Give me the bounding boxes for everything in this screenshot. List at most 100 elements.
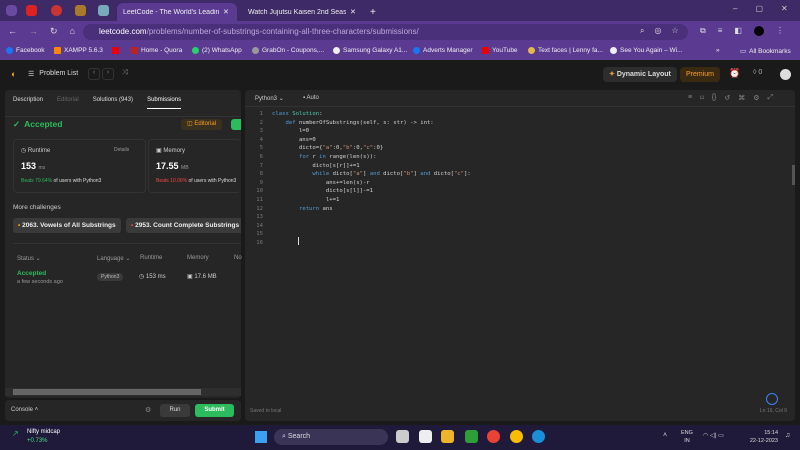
alarm-icon[interactable]: ⏰ [729, 68, 740, 79]
leetcode-logo[interactable]: ◐ [11, 69, 16, 79]
all-bookmarks[interactable]: ▭ All Bookmarks [740, 47, 791, 56]
new-tab-button[interactable]: + [364, 3, 382, 21]
bookmark[interactable]: GrabOn - Coupons,... [252, 47, 324, 54]
chrome-icon[interactable] [487, 430, 500, 443]
challenge-chip[interactable]: • 2953. Count Complete Substrings [126, 218, 241, 233]
runtime-card[interactable]: ◷ Runtime Details 153 ms Beats 79.64% of… [13, 139, 146, 193]
back-icon[interactable]: ← [8, 26, 17, 37]
forward-icon[interactable]: → [29, 26, 38, 37]
xbox-icon[interactable] [465, 430, 478, 443]
streak-counter[interactable]: ◊ 0 [753, 69, 762, 76]
shuffle-icon[interactable]: ⤨ [122, 69, 128, 77]
braces-icon[interactable]: {} [712, 94, 717, 102]
feedback-icon[interactable] [766, 393, 778, 405]
table-row[interactable]: Accepted a few seconds ago Python3 ◷ 153… [13, 266, 241, 291]
zoom-icon[interactable]: ⌕ [640, 26, 644, 36]
system-tray-icons[interactable]: ◠ ◁) ▭ [703, 432, 724, 439]
format-icon[interactable]: ≡ [688, 94, 692, 102]
url-input[interactable]: leetcode.com/problems/number-of-substrin… [83, 24, 688, 40]
bookmark[interactable]: Home - Quora [131, 47, 182, 54]
console-toggle[interactable]: Console ˄ [11, 407, 38, 413]
language-indicator[interactable]: ENG IN [681, 429, 693, 445]
widget-title[interactable]: Nifty midcap [27, 429, 60, 435]
tab-leetcode[interactable]: LeetCode - The World's Leading ✕ [117, 3, 237, 21]
pinned-tab[interactable] [51, 5, 62, 16]
eye-off-icon[interactable]: ◎ [654, 26, 661, 36]
chrome-icon[interactable] [510, 430, 523, 443]
chevron-up-icon[interactable]: ˄ [663, 432, 667, 439]
bookmark[interactable]: (2) WhatsApp [192, 47, 242, 54]
status-header[interactable]: Status ⌄ [17, 255, 41, 262]
challenge-chip[interactable]: • 2063. Vowels of All Substrings [13, 218, 121, 233]
details-link[interactable]: Details [114, 147, 129, 153]
profile-avatar[interactable] [753, 26, 764, 36]
reset-icon[interactable]: ↺ [724, 94, 730, 102]
dynamic-layout-button[interactable]: ✦ Dynamic Layout [603, 67, 677, 82]
tab-description[interactable]: Description [13, 97, 43, 109]
line-number: 5 [259, 145, 263, 152]
cursor-position: Ln 16, Col 9 [760, 408, 787, 414]
memory-beats: Beats 10.06% of users with Python3 [156, 178, 237, 184]
pinned-tab[interactable] [75, 5, 86, 16]
solution-button[interactable] [231, 119, 241, 130]
bookmark-icon[interactable]: ⌑ [700, 94, 704, 102]
bookmark[interactable]: YouTube [482, 47, 518, 54]
memory-card[interactable]: ▣ Memory 17.55 MB Beats 10.06% of users … [148, 139, 241, 193]
user-avatar[interactable] [780, 69, 791, 80]
close-icon[interactable]: ✕ [223, 8, 229, 16]
language-select[interactable]: Python3 ⌄ [255, 95, 284, 102]
bookmark[interactable] [112, 47, 119, 54]
run-button[interactable]: Run [160, 404, 190, 417]
bookmark[interactable]: Facebook [6, 47, 45, 54]
bookmark[interactable]: Samsung Galaxy A1... [333, 47, 407, 54]
tab-search-icon[interactable] [6, 5, 17, 16]
file-explorer-icon[interactable] [441, 430, 454, 443]
shortcuts-icon[interactable]: ⌘ [738, 94, 745, 102]
star-icon[interactable]: ☆ [671, 26, 678, 36]
prev-problem-icon[interactable]: ‹ [88, 68, 100, 80]
maximize-icon[interactable]: ▢ [755, 4, 763, 13]
pinned-tab[interactable] [98, 5, 109, 16]
minimize-icon[interactable]: – [733, 4, 737, 13]
language-header[interactable]: Language ⌄ [97, 255, 130, 262]
notification-icon[interactable]: ♫ [785, 432, 790, 439]
bookmark[interactable]: Text faces | Lenny fa... [528, 47, 603, 54]
problem-list-button[interactable]: ☰ Problem List [28, 70, 78, 78]
settings-icon[interactable]: ⚙ [145, 406, 151, 414]
line-number: 4 [259, 136, 263, 143]
expand-icon[interactable]: ⤢ [768, 94, 774, 102]
clock[interactable]: 15:14 22-12-2023 [745, 429, 778, 445]
edge-icon[interactable] [532, 430, 545, 443]
editorial-button[interactable]: ◫ Editorial [181, 119, 223, 130]
extensions-icon[interactable]: ⧉ [700, 26, 706, 36]
media-icon[interactable]: ≡ [718, 26, 723, 36]
sidepanel-icon[interactable]: ◧ [734, 26, 742, 36]
tab-editorial[interactable]: Editorial [57, 97, 79, 109]
reload-icon[interactable]: ↻ [50, 26, 58, 37]
next-problem-icon[interactable]: › [102, 68, 114, 80]
bookmark[interactable]: XAMPP 5.6.3 [54, 47, 103, 54]
close-window-icon[interactable]: ✕ [781, 4, 788, 13]
store-icon[interactable] [419, 430, 432, 443]
start-icon[interactable] [255, 431, 267, 443]
row-status[interactable]: Accepted [17, 270, 46, 277]
bookmark[interactable]: Adverts Manager [413, 47, 473, 54]
close-icon[interactable]: ✕ [350, 8, 356, 16]
premium-button[interactable]: Premium [680, 67, 721, 82]
horizontal-scrollbar[interactable] [5, 388, 241, 396]
vertical-scrollbar[interactable] [792, 165, 795, 185]
settings-icon[interactable]: ⚙ [753, 94, 759, 102]
search-box[interactable]: ⌕ Search [274, 429, 388, 445]
tab-submissions[interactable]: Submissions [147, 97, 182, 109]
bookmark[interactable]: See You Again – Wi... [610, 47, 683, 54]
more-bookmarks-icon[interactable]: » [716, 47, 720, 54]
menu-icon[interactable]: ⋮ [776, 26, 784, 36]
tab-solutions[interactable]: Solutions (943) [93, 97, 133, 109]
auto-mode[interactable]: ▪ Auto [303, 95, 319, 101]
pinned-tab[interactable] [26, 5, 37, 16]
home-icon[interactable]: ⌂ [70, 26, 75, 37]
submit-button[interactable]: Submit [195, 404, 234, 417]
line-number: 14 [256, 222, 263, 229]
tab-jujutsu[interactable]: Watch Jujutsu Kaisen 2nd Seas ✕ [242, 3, 364, 21]
task-view-icon[interactable] [396, 430, 409, 443]
